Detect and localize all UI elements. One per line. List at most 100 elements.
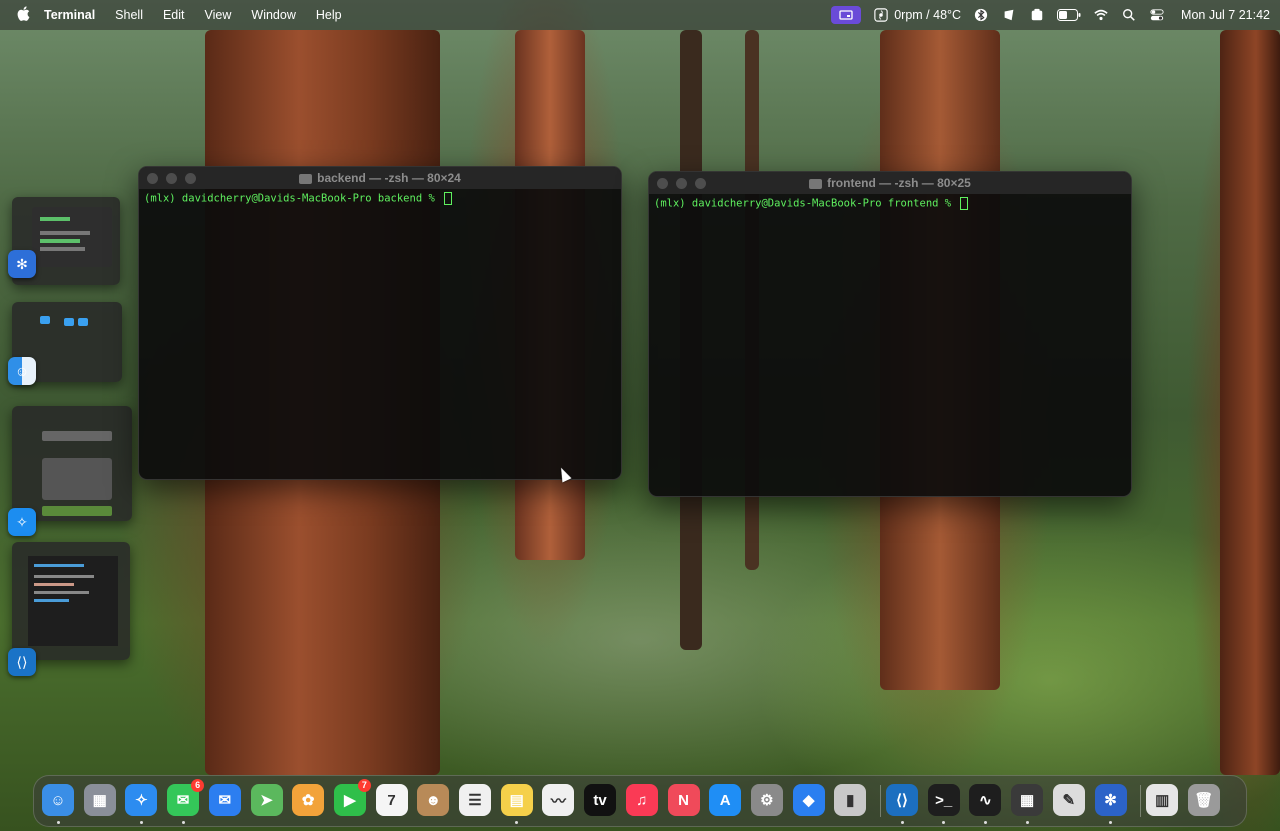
vscode-icon[interactable]: ⟨⟩ xyxy=(8,648,36,676)
reminders-icon[interactable]: ☰ xyxy=(459,784,491,816)
app-icon[interactable] xyxy=(1029,8,1045,22)
terminal-content[interactable]: (mlx) davidcherry@Davids-MacBook-Pro fro… xyxy=(649,194,1131,213)
fan-icon xyxy=(874,8,888,22)
dock-icon-glyph: ▶ xyxy=(344,792,356,809)
dock-icon-glyph: ◆ xyxy=(802,792,815,809)
dock-icon-glyph: ▦ xyxy=(1020,792,1035,809)
menu-help[interactable]: Help xyxy=(306,0,352,30)
widget-icon[interactable] xyxy=(1001,8,1017,22)
dock-icon-glyph: ▥ xyxy=(1155,792,1170,809)
menu-app-name[interactable]: Terminal xyxy=(34,0,105,30)
terminal-icon[interactable]: >_ xyxy=(927,784,960,816)
dock-icon-glyph: ✉ xyxy=(218,792,232,809)
stage-manager-set-vscode[interactable] xyxy=(12,542,130,660)
screen-share-icon[interactable] xyxy=(831,6,862,24)
apple-logo-icon[interactable] xyxy=(14,6,32,24)
dock-icon-glyph: ✧ xyxy=(135,792,148,809)
zoom-button[interactable] xyxy=(695,178,706,189)
dock-icon-glyph: ▤ xyxy=(509,792,524,809)
music-icon[interactable]: ♫ xyxy=(625,784,658,816)
dock-icon-glyph: ➤ xyxy=(260,792,273,809)
fan-control-icon[interactable]: ✻ xyxy=(8,250,36,278)
facetime-icon[interactable]: ▶ 7 xyxy=(333,779,371,816)
fan-control-icon[interactable]: ✻ xyxy=(1094,784,1127,816)
dock-icon-glyph: ✎ xyxy=(1062,792,1076,809)
stage-manager-set-safari[interactable] xyxy=(12,406,132,521)
menu-view[interactable]: View xyxy=(195,0,242,30)
dock-icon-glyph: ☻ xyxy=(425,791,442,809)
bluetooth-icon[interactable] xyxy=(973,8,989,22)
activity-monitor-icon[interactable]: ∿ xyxy=(969,784,1002,816)
control-center-icon[interactable] xyxy=(1149,8,1165,22)
menu-window[interactable]: Window xyxy=(241,0,305,30)
dock-icon-glyph: 〰 xyxy=(550,792,566,810)
battery-icon[interactable] xyxy=(1057,9,1081,21)
window-titlebar[interactable]: backend — -zsh — 80×24 xyxy=(139,167,621,189)
safari-icon[interactable]: ✧ xyxy=(8,508,36,536)
dock-icon-glyph: A xyxy=(719,791,731,809)
running-indicator xyxy=(139,821,143,824)
launchpad-icon[interactable]: ▦ xyxy=(83,784,116,816)
window-thumbnail xyxy=(32,207,112,267)
fan-status-text: 0rpm / 48°C xyxy=(894,8,962,22)
vscode-icon[interactable]: ⟨⟩ xyxy=(886,784,918,816)
trash-icon[interactable]: 🗑 xyxy=(1187,784,1220,816)
menu-edit[interactable]: Edit xyxy=(153,0,195,30)
terminal-content[interactable]: (mlx) davidcherry@Davids-MacBook-Pro bac… xyxy=(139,189,621,208)
search-icon[interactable] xyxy=(1121,8,1137,22)
dock-icon-glyph: ✿ xyxy=(301,792,315,809)
menu-shell[interactable]: Shell xyxy=(105,0,153,30)
window-title: backend — -zsh — 80×24 xyxy=(317,171,461,185)
dock-icon-glyph: ☺ xyxy=(50,791,66,809)
mail-icon[interactable]: ✉ xyxy=(208,784,241,816)
contacts-icon[interactable]: ☻ xyxy=(417,784,450,816)
terminal-window-frontend[interactable]: frontend — -zsh — 80×25 (mlx) davidcherr… xyxy=(648,171,1132,497)
fan-status[interactable]: 0rpm / 48°C xyxy=(873,8,961,22)
running-indicator xyxy=(181,821,185,824)
menubar-clock[interactable]: Mon Jul 7 21:42 xyxy=(1181,8,1270,22)
shell-prompt: (mlx) davidcherry@Davids-MacBook-Pro bac… xyxy=(144,192,442,205)
dock-icon-glyph: ⚙ xyxy=(760,792,774,809)
running-indicator xyxy=(1025,821,1029,824)
system-settings-icon[interactable]: ⚙ xyxy=(750,784,783,816)
wifi-icon[interactable] xyxy=(1093,8,1109,22)
dock-icon-glyph: 🗑 xyxy=(1194,792,1214,809)
finder-icon[interactable]: ☺ xyxy=(8,357,36,385)
safari-icon[interactable]: ✧ xyxy=(125,784,158,816)
notification-badge: 7 xyxy=(357,779,371,792)
dock-icon-glyph: ✉ xyxy=(176,792,190,809)
window-title: frontend — -zsh — 80×25 xyxy=(827,176,971,190)
calculator-icon[interactable]: ▦ xyxy=(1011,784,1044,816)
notes-icon[interactable]: ▤ xyxy=(500,784,533,816)
text-cursor xyxy=(960,197,969,210)
minimize-button[interactable] xyxy=(676,178,687,189)
downloads-stack-icon[interactable]: ▥ xyxy=(1146,784,1179,816)
close-button[interactable] xyxy=(657,178,668,189)
script-editor-icon[interactable]: ✎ xyxy=(1052,784,1085,816)
dock-icon-glyph: ✻ xyxy=(1104,792,1117,809)
dock-icon-glyph: ▮ xyxy=(846,792,855,809)
tree-trunk xyxy=(1220,30,1280,775)
dock-icon-glyph: ☰ xyxy=(468,792,482,809)
zoom-button[interactable] xyxy=(185,173,196,184)
iphone-mirroring-icon[interactable]: ▮ xyxy=(834,784,867,816)
running-indicator xyxy=(983,821,987,824)
minimize-button[interactable] xyxy=(166,173,177,184)
roblox-icon[interactable]: ◆ xyxy=(792,784,825,816)
freeform-icon[interactable]: 〰 xyxy=(542,784,575,816)
dock-icon-glyph: 7 xyxy=(387,791,396,809)
close-button[interactable] xyxy=(147,173,158,184)
window-titlebar[interactable]: frontend — -zsh — 80×25 xyxy=(649,172,1131,194)
apple-tv-icon[interactable]: tv xyxy=(584,784,617,816)
dock: ☺ ▦ ✧ ✉ 6 ✉ ➤ ✿ ▶ 7 7 ☻ ☰ ▤ 〰 tv ♫ N A ⚙ ◆ ▮ ⟨⟩ >_ ∿ ▦ ✎ ✻ ▥ 🗑 xyxy=(33,775,1247,827)
finder-icon[interactable]: ☺ xyxy=(42,784,74,816)
messages-icon[interactable]: ✉ 6 xyxy=(167,779,205,816)
photos-icon[interactable]: ✿ xyxy=(292,784,325,816)
maps-icon[interactable]: ➤ xyxy=(250,784,283,816)
calendar-icon[interactable]: 7 xyxy=(375,784,408,816)
dock-separator xyxy=(880,785,881,817)
news-icon[interactable]: N xyxy=(667,784,700,816)
app-store-icon[interactable]: A xyxy=(709,784,742,816)
dock-icon-glyph: ⟨⟩ xyxy=(896,792,908,809)
terminal-window-backend[interactable]: backend — -zsh — 80×24 (mlx) davidcherry… xyxy=(138,166,622,480)
